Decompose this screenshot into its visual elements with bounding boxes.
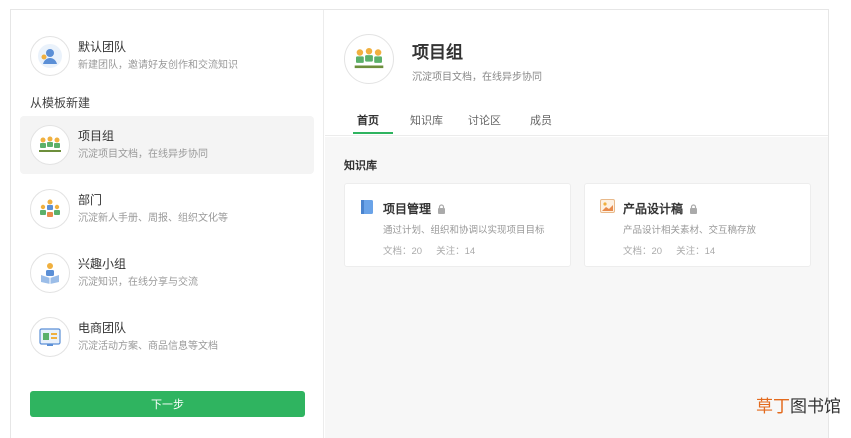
card-title: 产品设计稿 <box>623 202 684 216</box>
knowledge-card-project-management[interactable]: 项目管理 通过计划、组织和协调以实现项目目标 文档：20 关注：14 <box>344 183 571 267</box>
preview-subtitle: 沉淀项目文档，在线异步协同 <box>412 72 542 83</box>
card-doc-count: 文档：20 <box>623 246 663 257</box>
template-name: 项目组 <box>78 129 115 143</box>
preview-title: 项目组 <box>412 43 463 62</box>
active-tab-indicator <box>353 132 393 134</box>
template-interest-group[interactable]: 兴趣小组 沉淀知识，在线分享与交流 <box>20 244 314 302</box>
card-stats: 文档：20 关注：14 <box>383 243 475 257</box>
ecommerce-team-icon <box>30 317 70 357</box>
template-description: 新建团队，邀请好友创作和交流知识 <box>78 60 238 71</box>
card-description: 通过计划、组织和协调以实现项目目标 <box>383 225 545 236</box>
template-name: 兴趣小组 <box>78 257 127 271</box>
template-name: 部门 <box>78 193 103 207</box>
tab-discussion[interactable]: 讨论区 <box>468 112 501 128</box>
preview-content: 知识库 项目管理 通过计划、组织和协调以实现项目目标 文档：20 关注：14 产… <box>325 137 828 438</box>
book-icon <box>360 199 374 220</box>
card-stats: 文档：20 关注：14 <box>623 243 715 257</box>
template-name: 默认团队 <box>78 40 127 54</box>
knowledge-base-section-label: 知识库 <box>344 160 377 172</box>
template-description: 沉淀项目文档，在线异步协同 <box>78 149 208 160</box>
template-section-label: 从模板新建 <box>30 96 91 110</box>
default-team-icon <box>30 36 70 76</box>
tab-home[interactable]: 首页 <box>357 112 379 128</box>
tab-members[interactable]: 成员 <box>530 112 552 128</box>
interest-group-icon <box>30 253 70 293</box>
preview-tabs: 首页 知识库 讨论区 成员 <box>325 110 828 136</box>
create-team-dialog: 默认团队 新建团队，邀请好友创作和交流知识 从模板新建 项目组 沉淀项目文档，在… <box>10 9 829 438</box>
template-default-team[interactable]: 默认团队 新建团队，邀请好友创作和交流知识 <box>20 27 314 85</box>
card-description: 产品设计相关素材、交互稿存放 <box>623 225 757 236</box>
card-follow-count: 关注：14 <box>436 246 476 257</box>
tab-knowledge-base[interactable]: 知识库 <box>410 112 443 128</box>
template-description: 沉淀知识，在线分享与交流 <box>78 277 198 288</box>
card-title: 项目管理 <box>383 202 432 216</box>
next-step-button[interactable]: 下一步 <box>30 391 305 417</box>
template-description: 沉淀活动方案、商品信息等文档 <box>78 341 218 352</box>
watermark: 草丁图书馆 <box>756 397 841 416</box>
template-project-group[interactable]: 项目组 沉淀项目文档，在线异步协同 <box>20 116 314 174</box>
project-group-icon <box>30 125 70 165</box>
template-name: 电商团队 <box>78 321 127 335</box>
template-description: 沉淀新人手册、周报、组织文化等 <box>78 213 228 224</box>
card-follow-count: 关注：14 <box>676 246 716 257</box>
card-doc-count: 文档：20 <box>383 246 423 257</box>
department-icon <box>30 189 70 229</box>
template-department[interactable]: 部门 沉淀新人手册、周报、组织文化等 <box>20 180 314 238</box>
knowledge-card-product-design[interactable]: 产品设计稿 产品设计相关素材、交互稿存放 文档：20 关注：14 <box>584 183 811 267</box>
lock-icon <box>690 203 698 214</box>
image-icon <box>600 199 615 218</box>
template-preview-panel: 项目组 沉淀项目文档，在线异步协同 首页 知识库 讨论区 成员 知识库 项目管理 <box>325 10 828 438</box>
template-list-panel: 默认团队 新建团队，邀请好友创作和交流知识 从模板新建 项目组 沉淀项目文档，在… <box>11 10 324 438</box>
project-group-icon <box>344 34 394 84</box>
template-ecommerce-team[interactable]: 电商团队 沉淀活动方案、商品信息等文档 <box>20 308 314 366</box>
lock-icon <box>438 203 446 214</box>
